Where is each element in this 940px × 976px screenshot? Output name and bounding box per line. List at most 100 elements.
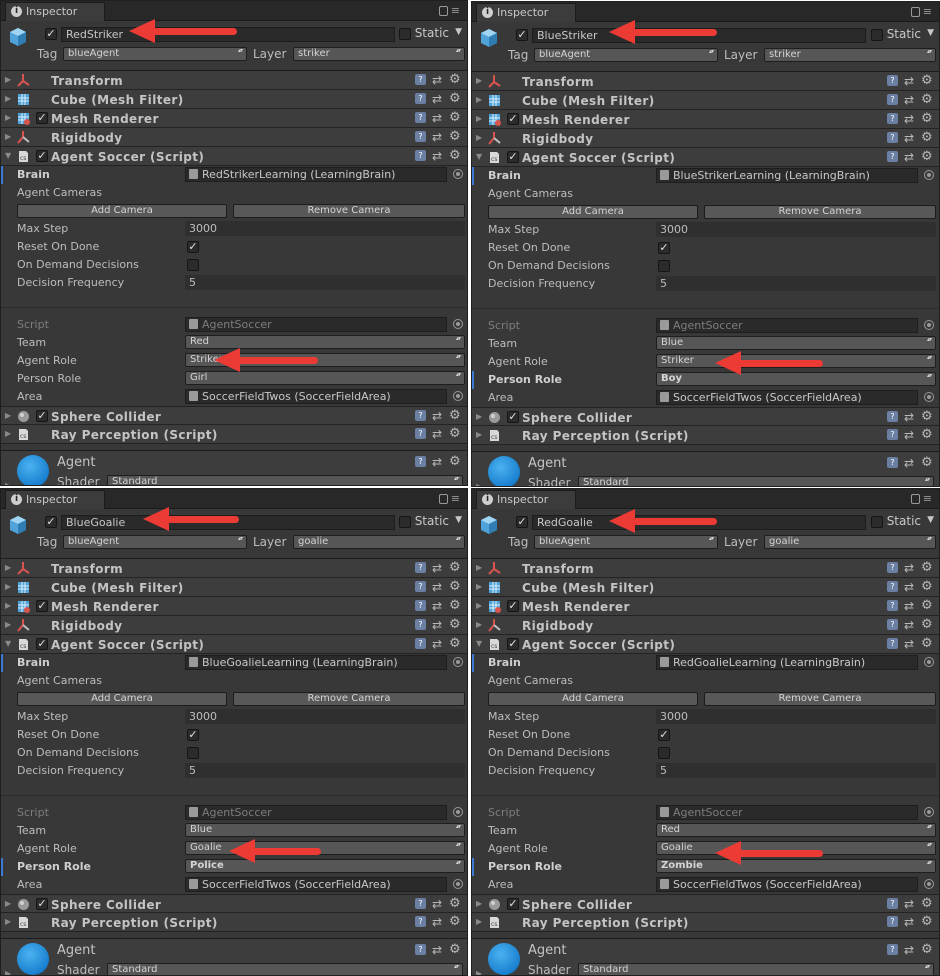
gear-icon[interactable]: ⚙	[449, 129, 461, 144]
shader-dropdown[interactable]: Standard	[107, 475, 463, 485]
help-icon[interactable]: ?	[887, 600, 898, 611]
agent-role-dropdown[interactable]: Striker	[656, 354, 936, 368]
team-dropdown[interactable]: Red	[185, 335, 465, 349]
add-camera-button[interactable]: Add Camera	[488, 205, 698, 219]
component-rigidbody[interactable]: ▶ Rigidbody ? ⇄ ⚙	[1, 128, 467, 147]
foldout-icon[interactable]: ▶	[476, 899, 482, 908]
active-checkbox[interactable]: ✓	[516, 29, 528, 41]
person-role-dropdown[interactable]: Girl	[185, 371, 465, 385]
person-role-dropdown[interactable]: Boy	[656, 372, 936, 386]
foldout-icon[interactable]: ▶	[476, 969, 482, 975]
shader-dropdown[interactable]: Standard	[578, 963, 934, 975]
decision-frequency-field[interactable]: 5	[185, 763, 465, 778]
menu-icon[interactable]: ≡	[451, 4, 461, 17]
tag-dropdown[interactable]: blueAgent	[534, 48, 718, 62]
foldout-icon[interactable]: ▶	[476, 76, 482, 85]
component-transform[interactable]: ▶ Transform ? ⇄ ⚙	[1, 559, 467, 578]
component-sphere-collider[interactable]: ▶ ✓ Sphere Collider ? ⇄ ⚙	[472, 407, 939, 426]
foldout-icon[interactable]: ▶	[476, 482, 482, 486]
agent-role-dropdown[interactable]: Goalie	[656, 841, 936, 855]
help-icon[interactable]: ?	[415, 600, 426, 611]
preset-icon[interactable]: ⇄	[432, 73, 442, 87]
help-icon[interactable]: ?	[887, 457, 898, 468]
foldout-icon[interactable]: ▶	[476, 917, 482, 926]
layer-dropdown[interactable]: striker	[293, 47, 465, 61]
help-icon[interactable]: ?	[415, 916, 426, 927]
gear-icon[interactable]: ⚙	[921, 455, 933, 470]
foldout-icon[interactable]: ▶	[5, 620, 11, 629]
static-dropdown-icon[interactable]: ▼	[927, 515, 934, 525]
component-rigidbody[interactable]: ▶ Rigidbody ? ⇄ ⚙	[472, 129, 939, 148]
preset-icon[interactable]: ⇄	[432, 943, 442, 957]
person-role-dropdown[interactable]: Zombie	[656, 859, 936, 873]
component-transform[interactable]: ▶ Transform ? ⇄ ⚙	[472, 72, 939, 91]
object-picker-icon[interactable]	[924, 392, 934, 402]
remove-camera-button[interactable]: Remove Camera	[704, 692, 936, 706]
help-icon[interactable]: ?	[415, 456, 426, 467]
preset-icon[interactable]: ⇄	[432, 92, 442, 106]
object-picker-icon[interactable]	[924, 170, 934, 180]
component-enabled-checkbox[interactable]: ✓	[36, 898, 48, 910]
help-icon[interactable]: ?	[887, 619, 898, 630]
gear-icon[interactable]: ⚙	[449, 148, 461, 163]
help-icon[interactable]: ?	[415, 74, 426, 85]
object-picker-icon[interactable]	[924, 879, 934, 889]
help-icon[interactable]: ?	[415, 619, 426, 630]
gear-icon[interactable]: ⚙	[921, 914, 933, 929]
material-agent[interactable]: Agent Shader Standard ▶ ? ⇄ ⚙	[1, 450, 467, 485]
gear-icon[interactable]: ⚙	[921, 560, 933, 575]
area-field[interactable]: SoccerFieldTwos (SoccerFieldArea)	[185, 389, 447, 404]
help-icon[interactable]: ?	[887, 429, 898, 440]
foldout-open-icon[interactable]: ▼	[476, 152, 482, 161]
preset-icon[interactable]: ⇄	[432, 130, 442, 144]
help-icon[interactable]: ?	[887, 562, 898, 573]
gear-icon[interactable]: ⚙	[921, 942, 933, 957]
gear-icon[interactable]: ⚙	[449, 598, 461, 613]
preset-icon[interactable]: ⇄	[432, 111, 442, 125]
foldout-icon[interactable]: ▶	[476, 412, 482, 421]
component-transform[interactable]: ▶ Transform ? ⇄ ⚙	[472, 559, 939, 578]
gear-icon[interactable]: ⚙	[449, 560, 461, 575]
foldout-icon[interactable]: ▶	[5, 411, 11, 420]
max-step-field[interactable]: 3000	[185, 709, 465, 724]
object-picker-icon[interactable]	[453, 657, 463, 667]
help-icon[interactable]: ?	[415, 944, 426, 955]
preset-icon[interactable]: ⇄	[904, 897, 914, 911]
component-enabled-checkbox[interactable]: ✓	[507, 151, 519, 163]
on-demand-checkbox[interactable]	[187, 259, 199, 271]
help-icon[interactable]: ?	[887, 898, 898, 909]
preset-icon[interactable]: ⇄	[904, 580, 914, 594]
component-ray-perception[interactable]: ▶ cs Ray Perception (Script) ? ⇄ ⚙	[1, 913, 467, 932]
tag-dropdown[interactable]: blueAgent	[63, 47, 247, 61]
lock-icon[interactable]	[910, 494, 920, 504]
gear-icon[interactable]: ⚙	[449, 942, 461, 957]
component-enabled-checkbox[interactable]: ✓	[507, 898, 519, 910]
tag-dropdown[interactable]: blueAgent	[63, 535, 247, 549]
preset-icon[interactable]: ⇄	[904, 561, 914, 575]
preset-icon[interactable]: ⇄	[904, 131, 914, 145]
gear-icon[interactable]: ⚙	[449, 426, 461, 441]
object-picker-icon[interactable]	[453, 169, 463, 179]
tab-options[interactable]: ≡	[438, 4, 461, 17]
foldout-icon[interactable]: ▶	[476, 582, 482, 591]
help-icon[interactable]: ?	[887, 638, 898, 649]
material-agent[interactable]: Agent Shader Standard ▶ ? ⇄ ⚙	[472, 451, 939, 486]
foldout-icon[interactable]: ▶	[5, 75, 11, 84]
gear-icon[interactable]: ⚙	[921, 896, 933, 911]
preset-icon[interactable]: ⇄	[432, 637, 442, 651]
max-step-field[interactable]: 3000	[656, 709, 936, 724]
preset-icon[interactable]: ⇄	[904, 428, 914, 442]
gear-icon[interactable]: ⚙	[449, 408, 461, 423]
preset-icon[interactable]: ⇄	[432, 915, 442, 929]
help-icon[interactable]: ?	[887, 944, 898, 955]
inspector-tab[interactable]: i Inspector	[476, 490, 576, 509]
preset-icon[interactable]: ⇄	[904, 618, 914, 632]
gear-icon[interactable]: ⚙	[921, 409, 933, 424]
lock-icon[interactable]	[438, 494, 448, 504]
on-demand-checkbox[interactable]	[658, 260, 670, 272]
foldout-icon[interactable]: ▶	[476, 133, 482, 142]
gameobject-name-field[interactable]: BlueGoalie	[61, 515, 395, 530]
static-checkbox[interactable]	[399, 516, 411, 528]
help-icon[interactable]: ?	[887, 151, 898, 162]
help-icon[interactable]: ?	[415, 581, 426, 592]
